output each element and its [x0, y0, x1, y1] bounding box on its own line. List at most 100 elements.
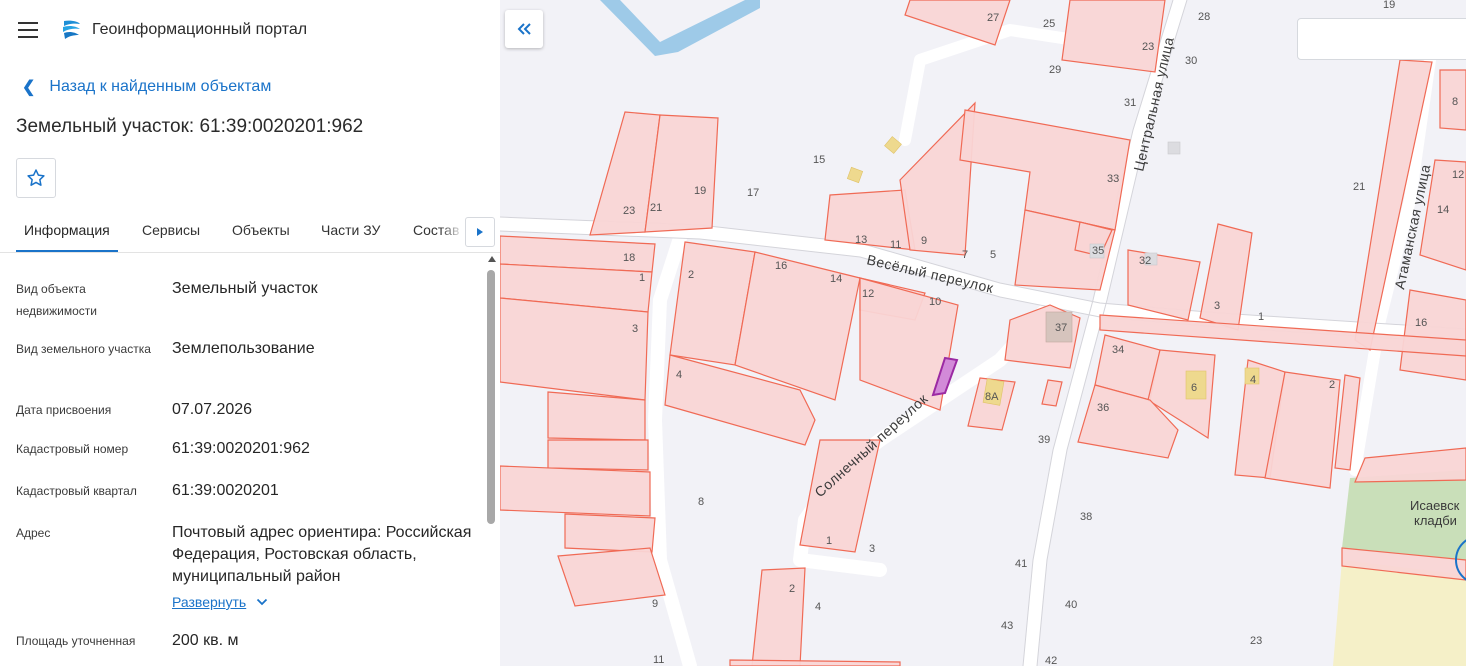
- house-number: 3: [1214, 300, 1220, 312]
- double-chevron-left-icon: [517, 23, 531, 35]
- house-number: 14: [1437, 204, 1449, 216]
- chevron-down-icon: [257, 598, 268, 606]
- svg-text:кладби: кладби: [1414, 513, 1457, 528]
- house-number: 34: [1112, 344, 1124, 356]
- map-search-input[interactable]: [1297, 18, 1466, 60]
- field-value: 61:39:0020201:962: [172, 440, 310, 457]
- caret-right-icon: [477, 228, 483, 236]
- field-value: Землепользование: [172, 340, 315, 357]
- house-number: 5: [990, 249, 996, 261]
- house-number: 4: [676, 369, 682, 381]
- cemetery-label: Исаевск кладби: [1410, 498, 1460, 528]
- house-number: 17: [747, 187, 759, 199]
- house-number: 18: [623, 252, 635, 264]
- app-window: Геоинформационный портал ❮ Назад к найде…: [0, 0, 1466, 666]
- house-number: 2: [789, 583, 795, 595]
- house-number: 1: [826, 535, 832, 547]
- house-number: 10: [929, 296, 941, 308]
- house-number: 15: [813, 154, 825, 166]
- house-number: 12: [862, 288, 874, 300]
- collapse-panel-button[interactable]: [505, 10, 543, 48]
- river: [600, 0, 760, 56]
- star-icon: [27, 169, 45, 186]
- map-canvas[interactable]: 27 25 28 19 23 29 30 31 8 15 33 21 12 19…: [500, 0, 1466, 666]
- scrollbar-thumb[interactable]: [487, 270, 495, 524]
- field-label: Кадастровый номер: [16, 442, 129, 456]
- house-number: 1: [639, 272, 645, 284]
- house-number: 31: [1124, 97, 1136, 109]
- house-number: 3: [869, 543, 875, 555]
- logo-icon: [63, 20, 80, 39]
- house-number: 8: [698, 496, 704, 508]
- house-number: 28: [1198, 11, 1210, 23]
- field-value: 61:39:0020201: [172, 482, 279, 499]
- house-number: 19: [1383, 0, 1395, 11]
- house-number: 39: [1038, 434, 1050, 446]
- house-number: 23: [1142, 41, 1154, 53]
- house-number: 33: [1107, 173, 1119, 185]
- address-value: Почтовый адрес ориентира: Российская Фед…: [172, 524, 472, 585]
- house-number: 9: [652, 598, 658, 610]
- app-header: Геоинформационный портал: [0, 0, 500, 60]
- expand-address-link[interactable]: Развернуть: [172, 594, 268, 610]
- house-number: 14: [830, 273, 842, 285]
- field-label: Кадастровый квартал: [16, 484, 137, 498]
- house-number: 8: [1452, 96, 1458, 108]
- scrollbar[interactable]: [486, 254, 496, 666]
- house-number: 2: [688, 269, 694, 281]
- field-value: 07.07.2026: [172, 401, 253, 418]
- active-tab-indicator: [16, 250, 118, 252]
- tab-information[interactable]: Информация: [24, 222, 110, 238]
- house-number: 21: [650, 202, 662, 214]
- field-label: Дата присвоения: [16, 403, 112, 417]
- tab-services[interactable]: Сервисы: [142, 222, 200, 238]
- house-number: 16: [1415, 317, 1427, 329]
- house-number: 23: [1250, 635, 1262, 647]
- house-number: 1: [1258, 311, 1264, 323]
- house-number: 41: [1015, 558, 1027, 570]
- object-info-panel: Геоинформационный портал ❮ Назад к найде…: [0, 0, 500, 666]
- house-number: 9: [921, 235, 927, 247]
- house-number: 3: [632, 323, 638, 335]
- house-number: 32: [1139, 255, 1151, 267]
- house-number: 38: [1080, 511, 1092, 523]
- field-label: Вид объекта недвижимости: [16, 282, 97, 318]
- house-number: 4: [815, 601, 821, 613]
- house-number: 27: [987, 12, 999, 24]
- house-number: 42: [1045, 655, 1057, 666]
- object-title: Земельный участок: 61:39:0020201:962: [16, 116, 364, 137]
- house-number: 7: [962, 249, 968, 261]
- back-to-results-link[interactable]: ❮ Назад к найденным объектам: [22, 76, 271, 98]
- house-number: 25: [1043, 18, 1055, 30]
- cadastral-map[interactable]: 27 25 28 19 23 29 30 31 8 15 33 21 12 19…: [500, 0, 1466, 666]
- house-number: 43: [1001, 620, 1013, 632]
- house-number: 37: [1055, 322, 1067, 334]
- tab-parts[interactable]: Части ЗУ: [321, 222, 380, 238]
- favorite-button[interactable]: [16, 158, 56, 198]
- house-number: 19: [694, 185, 706, 197]
- house-number: 36: [1097, 402, 1109, 414]
- house-number: 21: [1353, 181, 1365, 193]
- parcels: [500, 0, 1466, 666]
- info-list: Вид объекта недвижимости Земельный участ…: [0, 254, 484, 666]
- tab-bar: Информация Сервисы Объекты Части ЗУ Сост…: [0, 212, 500, 253]
- field-label: Адрес: [16, 526, 51, 540]
- house-number: 4: [1250, 374, 1256, 386]
- expand-label: Развернуть: [172, 594, 247, 610]
- svg-text:Исаевск: Исаевск: [1410, 498, 1460, 513]
- menu-icon[interactable]: [18, 22, 38, 38]
- scroll-up-arrow-icon[interactable]: [488, 256, 496, 262]
- house-number: 12: [1452, 169, 1464, 181]
- chevron-left-icon: ❮: [22, 79, 36, 96]
- field-label: Вид земельного участка: [16, 342, 151, 356]
- house-number: 35: [1092, 245, 1104, 257]
- tab-objects[interactable]: Объекты: [232, 222, 290, 238]
- back-link-label: Назад к найденным объектам: [49, 78, 272, 95]
- house-number: 11: [653, 654, 664, 666]
- field-label: Площадь уточненная: [16, 634, 136, 648]
- house-number: 30: [1185, 55, 1197, 67]
- house-number: 29: [1049, 64, 1061, 76]
- tabs-scroll-right-button[interactable]: [465, 217, 495, 247]
- house-number: 8А: [985, 391, 999, 403]
- field-value: Земельный участок: [172, 280, 318, 297]
